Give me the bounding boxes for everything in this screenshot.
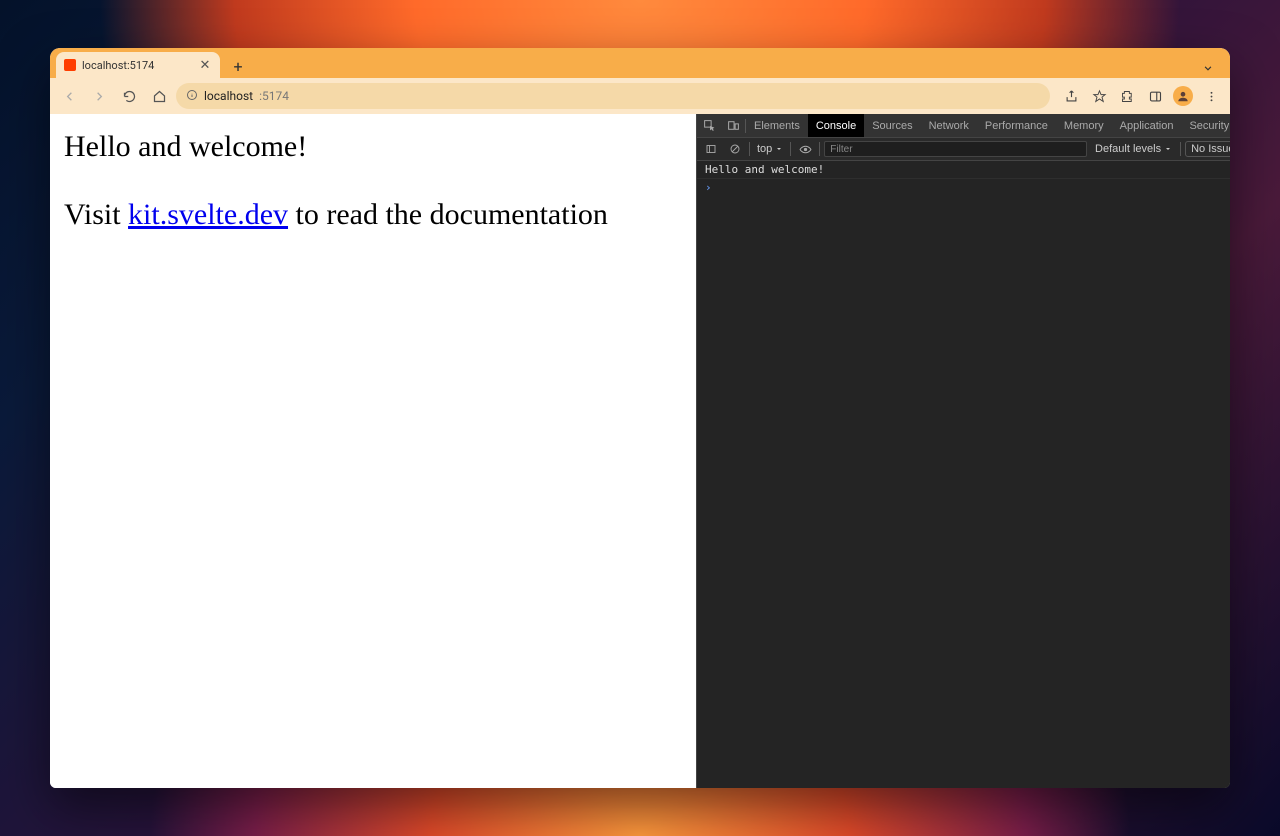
console-filter-input[interactable]: Filter: [824, 141, 1087, 157]
reload-button[interactable]: [116, 83, 142, 109]
web-page: Hello and welcome! Visit kit.svelte.dev …: [50, 114, 696, 788]
tab-title: localhost:5174: [82, 59, 192, 72]
back-button[interactable]: [56, 83, 82, 109]
inspect-element-icon[interactable]: [697, 114, 721, 137]
device-toggle-icon[interactable]: [721, 114, 745, 137]
console-prompt[interactable]: [697, 179, 1230, 196]
console-toolbar: top Filter Default levels: [697, 138, 1230, 161]
tab-application[interactable]: Application: [1112, 114, 1182, 137]
live-expression-icon[interactable]: [795, 143, 815, 156]
url-port: :5174: [259, 89, 289, 103]
browser-window: localhost:5174 ✕ +: [50, 48, 1230, 788]
context-selector[interactable]: top: [754, 143, 786, 155]
tab-memory[interactable]: Memory: [1056, 114, 1112, 137]
extensions-button[interactable]: [1114, 83, 1140, 109]
console-log-entry: Hello and welcome! +page.svelte:7: [697, 161, 1230, 179]
console-output: Hello and welcome! +page.svelte:7: [697, 161, 1230, 788]
docs-link[interactable]: kit.svelte.dev: [128, 198, 288, 231]
content-area: Hello and welcome! Visit kit.svelte.dev …: [50, 114, 1230, 788]
browser-menu-button[interactable]: [1198, 83, 1224, 109]
share-button[interactable]: [1058, 83, 1084, 109]
browser-tab[interactable]: localhost:5174 ✕: [56, 52, 220, 78]
chevron-down-icon: [1164, 145, 1172, 153]
filter-placeholder: Filter: [830, 144, 852, 155]
tab-strip: localhost:5174 ✕ +: [50, 48, 1230, 78]
bookmark-button[interactable]: [1086, 83, 1112, 109]
tab-performance[interactable]: Performance: [977, 114, 1056, 137]
address-bar[interactable]: localhost :5174: [176, 83, 1050, 109]
levels-label: Default levels: [1095, 143, 1161, 155]
url-host: localhost: [204, 89, 253, 103]
clear-console-icon[interactable]: [725, 143, 745, 155]
favicon-icon: [64, 59, 76, 71]
tab-elements[interactable]: Elements: [746, 114, 808, 137]
visit-prefix: Visit: [64, 198, 128, 231]
site-info-icon[interactable]: [186, 89, 198, 104]
tab-network[interactable]: Network: [921, 114, 977, 137]
browser-toolbar: localhost :5174: [50, 78, 1230, 114]
tab-security[interactable]: Security: [1181, 114, 1230, 137]
tab-console[interactable]: Console: [808, 114, 864, 137]
page-heading: Hello and welcome!: [64, 130, 682, 164]
new-tab-button[interactable]: +: [226, 54, 250, 78]
log-message: Hello and welcome!: [705, 163, 1230, 176]
chevron-down-icon: [775, 145, 783, 153]
context-label: top: [757, 143, 772, 155]
home-button[interactable]: [146, 83, 172, 109]
tabs-dropdown-button[interactable]: [1198, 58, 1218, 78]
log-levels-selector[interactable]: Default levels: [1091, 143, 1176, 155]
desktop-wallpaper: localhost:5174 ✕ +: [0, 0, 1280, 836]
side-panel-button[interactable]: [1142, 83, 1168, 109]
profile-button[interactable]: [1170, 83, 1196, 109]
tab-sources[interactable]: Sources: [864, 114, 920, 137]
console-sidebar-toggle-icon[interactable]: [701, 143, 721, 155]
forward-button[interactable]: [86, 83, 112, 109]
close-tab-button[interactable]: ✕: [198, 58, 212, 72]
devtools-tab-bar: Elements Console Sources Network Perform…: [697, 114, 1230, 138]
page-paragraph: Visit kit.svelte.dev to read the documen…: [64, 198, 682, 232]
avatar-icon: [1173, 86, 1193, 106]
visit-suffix: to read the documentation: [288, 198, 608, 231]
issues-badge[interactable]: No Issues: [1185, 141, 1230, 157]
devtools-panel: Elements Console Sources Network Perform…: [696, 114, 1230, 788]
